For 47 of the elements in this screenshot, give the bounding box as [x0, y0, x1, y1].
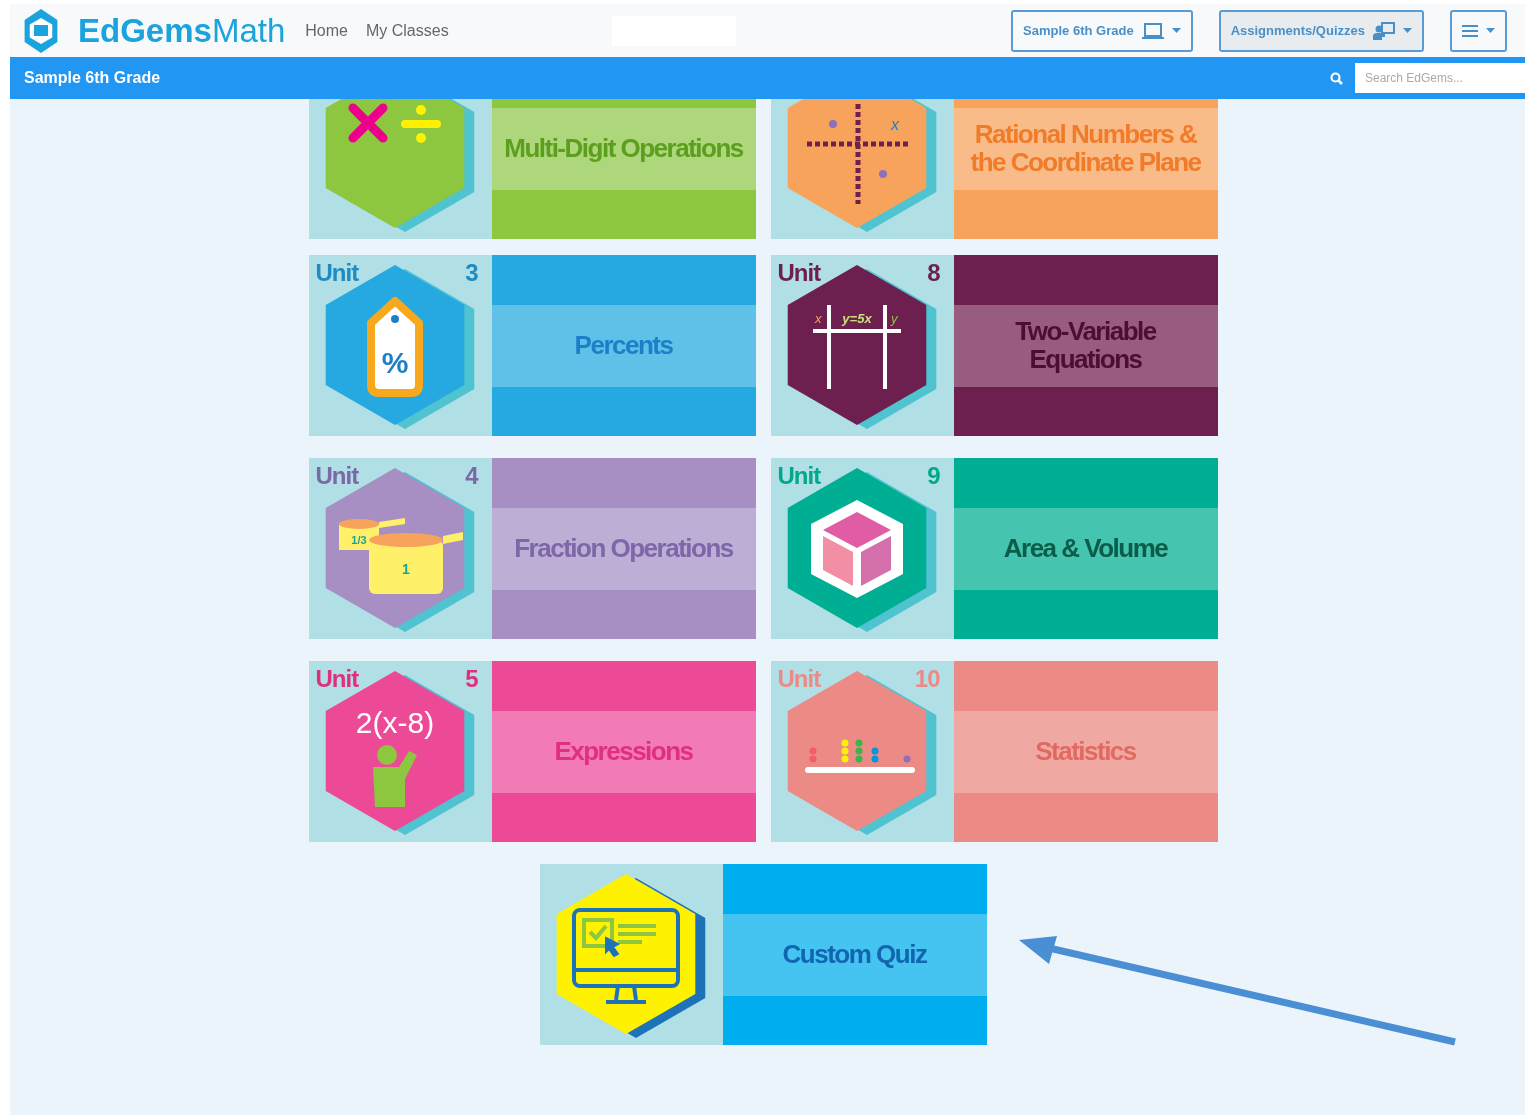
unit-title: Expressions: [553, 737, 694, 766]
unit-number: 3: [465, 259, 478, 287]
search-icon: [1330, 71, 1343, 85]
menu-button[interactable]: [1450, 9, 1507, 52]
unit-title: Two-Variable Equations: [1014, 318, 1158, 373]
nav-link[interactable]: My Classes: [365, 21, 449, 40]
caret-icon: [1403, 28, 1412, 33]
operations-hexagon-icon: [325, 99, 475, 234]
unit-number: 8: [927, 259, 940, 287]
unit-title: Area & Volume: [1002, 534, 1169, 563]
unit-tile[interactable]: Unit 3 % Percents: [308, 255, 756, 436]
unit-label: Unit: [315, 462, 359, 490]
presenter-icon: [1373, 21, 1395, 40]
brand-name[interactable]: EdGemsMath: [78, 11, 286, 50]
search-field[interactable]: Search EdGems...: [1355, 63, 1525, 93]
unit-label: Unit: [315, 259, 359, 287]
unit-tile[interactable]: Unit 10 Statistics: [770, 661, 1218, 842]
unit-tile[interactable]: x Rational Numbers & the Coordinate Plane: [770, 99, 1218, 239]
unit-tile[interactable]: Unit 4 1/3 1 Fraction Operations: [308, 458, 756, 639]
unit-title: Percents: [573, 331, 674, 360]
unit-number: 10: [914, 665, 940, 693]
logo-icon: [22, 7, 60, 54]
unit-number: 4: [465, 462, 478, 490]
laptop-icon: [1141, 21, 1164, 40]
nav-link[interactable]: Home: [305, 21, 348, 40]
unit-label: Unit: [315, 665, 359, 693]
unit-tile[interactable]: Unit 5 2(x-8) Expressions: [308, 661, 756, 842]
menu-icon: [1462, 23, 1478, 38]
unit-label: Unit: [777, 462, 821, 490]
unit-label: Unit: [777, 259, 821, 287]
unit-number: 5: [465, 665, 478, 693]
unit-title: Rational Numbers & the Coordinate Plane: [969, 121, 1202, 176]
unit-title: Custom Quiz: [781, 940, 928, 969]
unit-label: Unit: [777, 665, 821, 693]
unit-tile[interactable]: Custom Quiz: [539, 864, 987, 1045]
unit-tile[interactable]: Multi-Digit Operations: [308, 99, 756, 239]
unit-tile[interactable]: Unit 8 x y=5x y Two-Variable Equations: [770, 255, 1218, 436]
unit-title: Statistics: [1034, 737, 1137, 766]
caret-icon: [1171, 28, 1181, 33]
caret-icon: [1486, 28, 1495, 33]
unit-title: Fraction Operations: [513, 534, 734, 563]
dropdown-button[interactable]: Assignments/Quizzes: [1218, 9, 1424, 52]
unit-number: 9: [927, 462, 940, 490]
dropdown-button[interactable]: Sample 6th Grade: [1011, 9, 1193, 52]
unit-tile[interactable]: Unit 9 Area & Volume: [770, 458, 1218, 639]
unit-title: Multi-Digit Operations: [503, 134, 744, 163]
class-title: Sample 6th Grade: [24, 69, 161, 87]
